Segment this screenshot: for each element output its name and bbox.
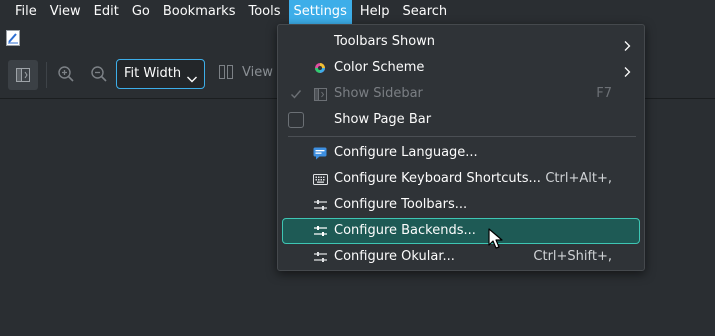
document-icon[interactable] xyxy=(6,30,20,46)
keyboard-icon xyxy=(312,171,328,187)
color-scheme-icon xyxy=(312,60,328,76)
menu-view[interactable]: View xyxy=(45,0,86,24)
language-icon xyxy=(312,145,328,161)
zoom-in-button[interactable] xyxy=(53,61,79,87)
shortcut-label: Ctrl+Alt+, xyxy=(545,171,612,186)
shortcut-label: Ctrl+Shift+, xyxy=(533,249,612,264)
configure-icon xyxy=(312,197,328,213)
menu-bookmarks[interactable]: Bookmarks xyxy=(158,0,241,24)
menu-separator xyxy=(288,136,636,137)
menu-file[interactable]: File xyxy=(10,0,42,24)
menu-item-configure-toolbars[interactable]: Configure Toolbars... xyxy=(282,192,640,218)
zoom-in-icon xyxy=(58,66,74,82)
menu-item-color-scheme[interactable]: Color Scheme xyxy=(282,55,640,81)
zoom-value: Fit Width xyxy=(124,66,182,81)
mouse-cursor-icon xyxy=(488,228,504,254)
chevron-down-icon xyxy=(186,68,198,96)
menu-item-configure-backends[interactable]: Configure Backends... xyxy=(282,218,640,244)
menu-bar: File View Edit Go Bookmarks Tools Settin… xyxy=(0,0,715,24)
menu-item-show-sidebar[interactable]: Show Sidebar F7 xyxy=(282,81,640,107)
menu-tools[interactable]: Tools xyxy=(243,0,285,24)
menu-go[interactable]: Go xyxy=(127,0,155,24)
menu-item-configure-language[interactable]: Configure Language... xyxy=(282,140,640,166)
sidebar-icon xyxy=(312,86,328,102)
menu-search[interactable]: Search xyxy=(397,0,452,24)
show-sidebar-button[interactable] xyxy=(8,60,38,90)
shortcut-label: F7 xyxy=(596,86,612,101)
view-mode-icon xyxy=(219,65,233,79)
menu-help[interactable]: Help xyxy=(355,0,395,24)
menu-item-show-page-bar[interactable]: Show Page Bar xyxy=(282,107,640,133)
check-icon xyxy=(288,86,304,102)
zoom-out-icon xyxy=(91,66,107,82)
toolbar-separator xyxy=(46,62,47,88)
zoom-out-button[interactable] xyxy=(86,61,112,87)
menu-edit[interactable]: Edit xyxy=(89,0,124,24)
checkbox[interactable] xyxy=(288,112,304,128)
menu-settings[interactable]: Settings xyxy=(288,0,352,24)
zoom-combobox[interactable]: Fit Width xyxy=(116,59,205,89)
menu-item-configure-okular[interactable]: Configure Okular... Ctrl+Shift+, xyxy=(282,244,640,270)
menu-item-toolbars-shown[interactable]: Toolbars Shown xyxy=(282,29,640,55)
menu-item-configure-keyboard-shortcuts[interactable]: Configure Keyboard Shortcuts... Ctrl+Alt… xyxy=(282,166,640,192)
configure-icon xyxy=(312,249,328,265)
settings-menu: Toolbars Shown Color Scheme Show Sidebar… xyxy=(277,24,645,271)
configure-icon xyxy=(312,223,328,239)
sidebar-icon xyxy=(16,68,30,82)
